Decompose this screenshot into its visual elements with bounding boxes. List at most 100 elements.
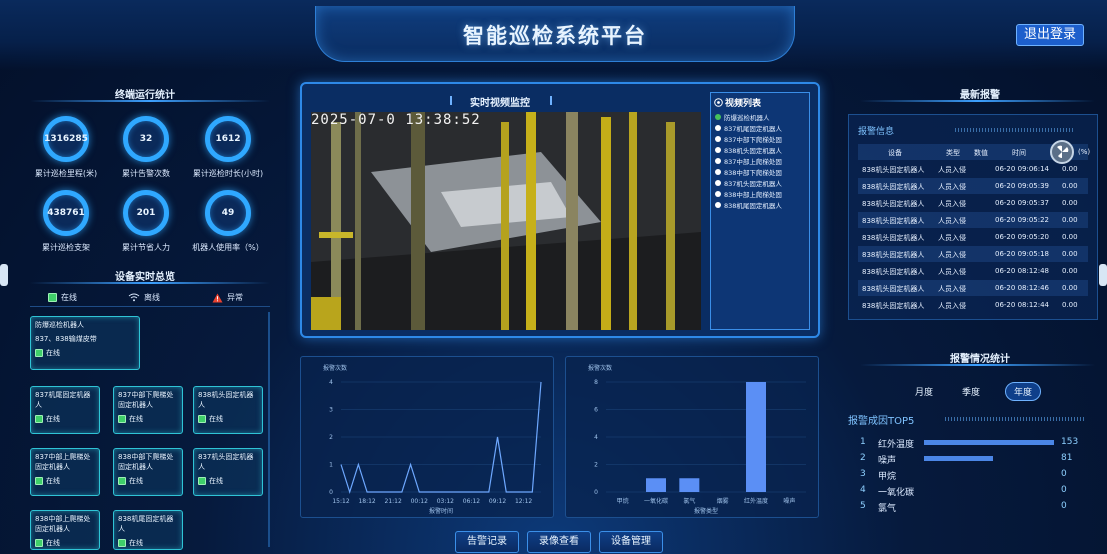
- bar: [679, 478, 700, 492]
- video-list-item[interactable]: 837中部下爬梯处固: [715, 133, 805, 144]
- alarm-value: 0.00: [1062, 199, 1078, 207]
- video-scene: [311, 112, 701, 330]
- alarm-time: 06-20 09:05:22: [995, 216, 1050, 224]
- video-list-item[interactable]: 838中部上爬梯处固: [715, 188, 805, 199]
- top5-name: 噪声: [878, 456, 897, 466]
- device-name: 838中部下爬梯处固定机器人: [118, 453, 174, 471]
- device-status-label: 在线: [129, 477, 143, 485]
- alarm-row[interactable]: 838机头固定机器人 人员入侵 06-20 09:05:20 0.00: [858, 229, 1088, 245]
- alarm-time: 06-20 08:12:48: [995, 267, 1050, 275]
- device-card[interactable]: 837机尾固定机器人 在线: [30, 386, 100, 434]
- alarm-device: 838机头固定机器人: [862, 302, 925, 310]
- device-card[interactable]: 837机头固定机器人 在线: [193, 448, 263, 496]
- top5-rank: 3: [860, 469, 866, 479]
- video-list-item[interactable]: 837中部上爬梯处固: [715, 155, 805, 166]
- legend-online: 在线: [48, 292, 77, 303]
- video-list-label: 837中部下爬梯处固: [724, 135, 782, 144]
- alarm-row[interactable]: 838机头固定机器人 人员入侵 06-20 09:05:18 0.00: [858, 246, 1088, 262]
- online-square-icon: [35, 349, 43, 357]
- top5-value: 0: [1061, 469, 1067, 479]
- device-card[interactable]: 838中部上爬梯处固定机器人 在线: [30, 510, 100, 550]
- video-list-label: 837机尾固定机器人: [724, 124, 782, 133]
- period-tab[interactable]: 年度: [1005, 382, 1042, 401]
- video-list-item[interactable]: 837机头固定机器人: [715, 177, 805, 188]
- video-title: 实时视频监控: [470, 98, 530, 109]
- device-card[interactable]: 837中部下爬梯处固定机器人 在线: [113, 386, 183, 434]
- x-tick-label: 12:12: [515, 498, 532, 505]
- alarm-time: 06-20 09:05:39: [995, 182, 1050, 190]
- alarm-time: 06-20 09:05:18: [995, 250, 1050, 258]
- page-title: 智能巡检系统平台: [463, 24, 647, 48]
- x-tick-label: 03:12: [437, 498, 454, 505]
- video-list-item[interactable]: 838机头固定机器人: [715, 144, 805, 155]
- bar-chart-panel: 报警次数 0 2 4 6 8 报警类型 甲烷 一氧化碳 氯气 烟雾 红外温度 噪声: [565, 356, 819, 518]
- video-list-label: 838中部下爬梯处固: [724, 168, 782, 177]
- period-tab[interactable]: 月度: [915, 385, 933, 398]
- x-tick-label: 09:12: [489, 498, 506, 505]
- device-card[interactable]: 838中部下爬梯处固定机器人在线: [113, 448, 183, 496]
- top5-title: 报警成因TOP5: [848, 416, 915, 427]
- alarm-row[interactable]: 838机头固定机器人 人员入侵 06-20 08:12:44 0.00: [858, 297, 1088, 313]
- nav-button[interactable]: 告警记录: [455, 531, 519, 553]
- top5-value: 153: [1061, 437, 1079, 447]
- alarm-type: 人员入侵: [938, 166, 966, 174]
- alarm-time: 06-20 08:12:44: [995, 301, 1050, 309]
- stat-label: 累计巡检时长(小时): [192, 169, 264, 178]
- alarm-row[interactable]: 838机头固定机器人 人员入侵 06-20 09:05:22 0.00: [858, 212, 1088, 228]
- logout-button[interactable]: 退出登录: [1016, 24, 1084, 46]
- alarm-device: 838机头固定机器人: [862, 183, 925, 191]
- y-tick-label: 4: [329, 379, 333, 386]
- x-tick-label: 21:12: [385, 498, 402, 505]
- alarm-row[interactable]: 838机头固定机器人 人员入侵 06-20 08:12:48 0.00: [858, 263, 1088, 279]
- video-list-item[interactable]: 838中部下爬梯处固: [715, 166, 805, 177]
- right-collapse-tab[interactable]: [1099, 264, 1107, 286]
- alarm-row[interactable]: 838机头固定机器人 人员入侵 06-20 09:06:14 0.00: [858, 161, 1088, 177]
- alarm-row[interactable]: 838机头固定机器人 人员入侵 06-20 09:05:39 0.00: [858, 178, 1088, 194]
- alarm-row[interactable]: 838机头固定机器人 人员入侵 06-20 09:05:37 0.00: [858, 195, 1088, 211]
- device-name: 837中部上爬梯处固定机器人: [35, 453, 91, 471]
- alarm-row[interactable]: 838机头固定机器人 人员入侵 06-20 08:12:46 0.00: [858, 280, 1088, 296]
- online-square-icon: [118, 415, 126, 423]
- y-tick-label: 6: [594, 407, 598, 414]
- period-tab[interactable]: 季度: [962, 385, 980, 398]
- device-name: 837机尾固定机器人: [35, 391, 91, 409]
- divider: [30, 282, 270, 284]
- nav-button[interactable]: 设备管理: [599, 531, 663, 553]
- top5-rank: 1: [860, 437, 866, 447]
- status-dot-icon: [715, 168, 721, 175]
- video-list-item[interactable]: 837机尾固定机器人: [715, 122, 805, 133]
- left-collapse-tab[interactable]: [0, 264, 8, 286]
- device-status: 在线: [198, 476, 258, 486]
- x-tick-label: 06:12: [463, 498, 480, 505]
- device-list-scrollbar[interactable]: [268, 312, 270, 547]
- device-status-label: 在线: [129, 539, 143, 547]
- alarm-type: 人员入侵: [938, 268, 966, 276]
- video-list-item[interactable]: 838机尾固定机器人: [715, 199, 805, 210]
- video-list-item[interactable]: 防爆巡检机器人: [715, 111, 805, 122]
- stat-ring: 1316285: [43, 116, 89, 162]
- top5-rank: 5: [860, 501, 866, 511]
- alarm-type: 人员入侵: [938, 302, 966, 310]
- top5-row: 4 一氧化碳 0: [858, 483, 1090, 499]
- nav-button[interactable]: 录像查看: [527, 531, 591, 553]
- device-card[interactable]: 防爆巡检机器人 837、838输煤皮带 在线: [30, 316, 140, 370]
- alarm-info-label: 报警信息: [858, 127, 895, 137]
- live-video-feed[interactable]: 2025-07-0 13:38:52: [311, 112, 701, 330]
- device-status: 在线: [118, 538, 178, 548]
- x-tick-label: 烟雾: [717, 497, 729, 505]
- stat-ring: 49: [205, 190, 251, 236]
- top5-rank: 4: [860, 485, 866, 495]
- online-square-icon: [118, 477, 126, 485]
- online-square-icon: [35, 539, 43, 547]
- alarm-type: 人员入侵: [938, 234, 966, 242]
- y-tick-label: 0: [594, 489, 598, 496]
- device-card[interactable]: 838机头固定机器人 在线: [193, 386, 263, 434]
- line-chart-panel: 报警次数 0 1 2 3 4 报警时间 15:12 18:12 21:12 00:12 03:12 06…: [300, 356, 554, 518]
- device-card[interactable]: 838机尾固定机器人 在线: [113, 510, 183, 550]
- x-tick-label: 甲烷: [617, 497, 629, 505]
- alarm-value: 0.00: [1062, 301, 1078, 309]
- device-card[interactable]: 837中部上爬梯处固定机器人 在线: [30, 448, 100, 496]
- y-axis-label: 报警次数: [323, 364, 347, 372]
- top5-name: 甲烷: [878, 472, 897, 482]
- video-timestamp: 2025-07-0 13:38:52: [311, 112, 481, 128]
